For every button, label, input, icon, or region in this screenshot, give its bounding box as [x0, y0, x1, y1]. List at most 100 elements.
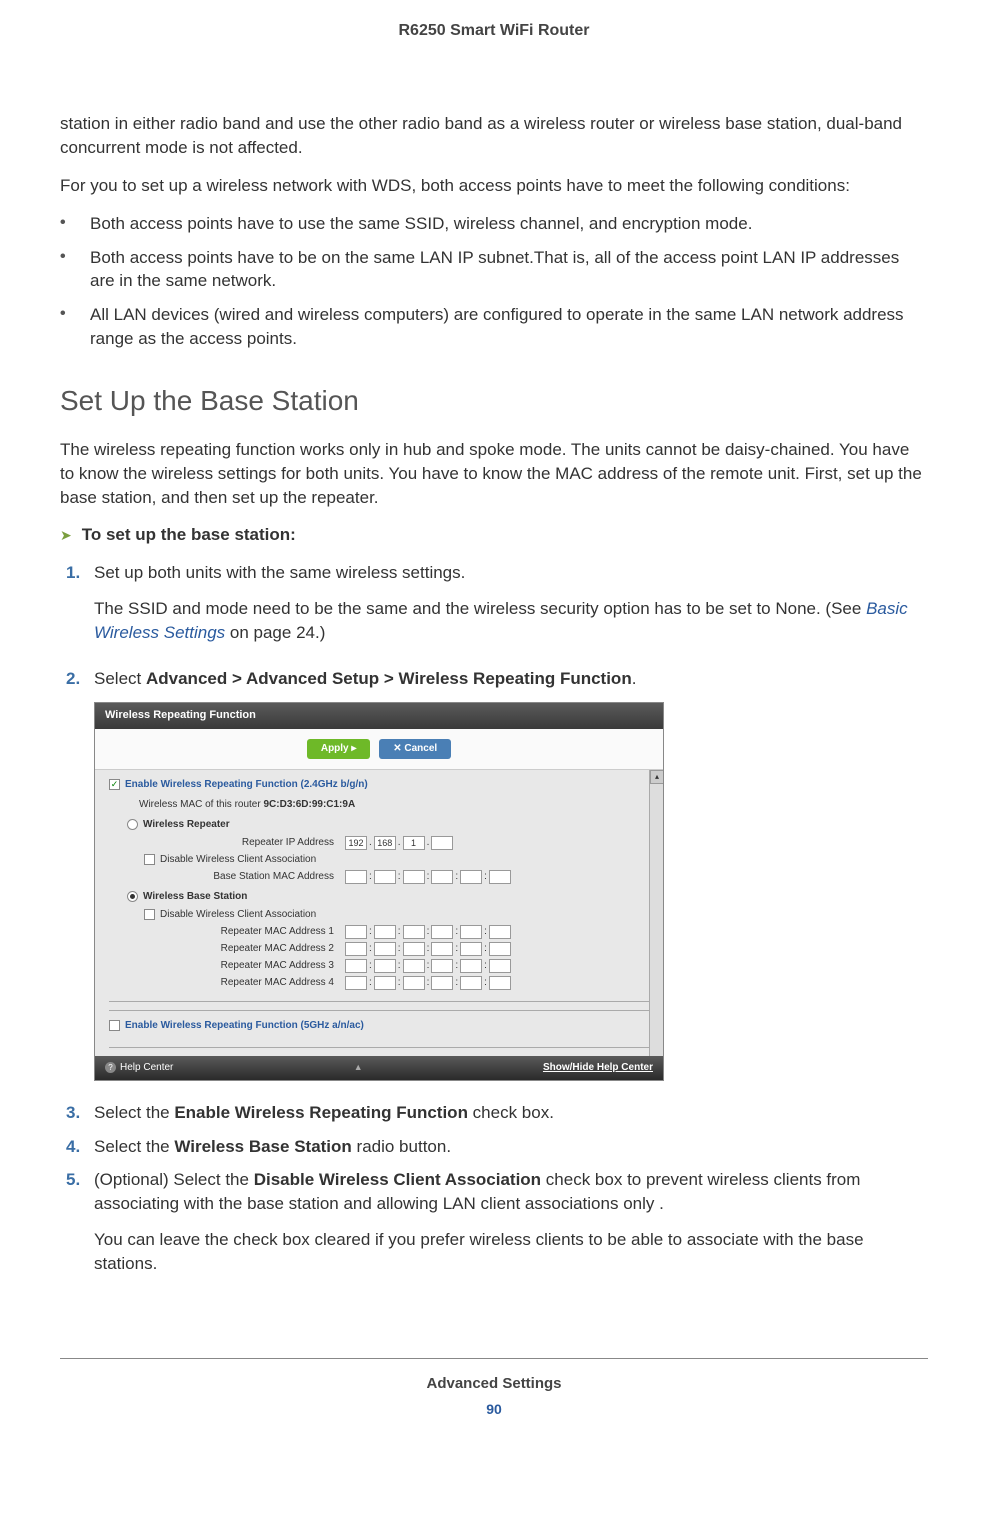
mac-value: 9C:D3:6D:99:C1:9A	[263, 799, 355, 810]
mac-field[interactable]	[489, 925, 511, 939]
step-5-sub: You can leave the check box cleared if y…	[94, 1228, 928, 1276]
ip-field-1[interactable]: 192	[345, 836, 367, 850]
mac-field[interactable]	[460, 976, 482, 990]
step-1-text: Set up both units with the same wireless…	[94, 561, 928, 585]
bullet-icon: •	[60, 303, 90, 351]
wireless-base-label: Wireless Base Station	[143, 890, 247, 904]
condition-item-2: Both access points have to be on the sam…	[90, 246, 928, 294]
mac-field[interactable]	[403, 976, 425, 990]
apply-button[interactable]: Apply ▸	[307, 739, 371, 759]
section-para: The wireless repeating function works on…	[60, 438, 928, 509]
repeater-ip-label: Repeater IP Address	[164, 836, 334, 850]
mac-field[interactable]	[431, 942, 453, 956]
mac-field[interactable]	[345, 925, 367, 939]
mac-field[interactable]	[374, 925, 396, 939]
step-number-4: 4.	[60, 1135, 94, 1159]
mac-field[interactable]	[460, 870, 482, 884]
condition-item-3: All LAN devices (wired and wireless comp…	[90, 303, 928, 351]
mac-field[interactable]	[489, 976, 511, 990]
step-4-post: radio button.	[352, 1137, 451, 1156]
step-1-sub: The SSID and mode need to be the same an…	[94, 597, 928, 645]
step-5-pre: (Optional) Select the	[94, 1170, 254, 1189]
step-4-bold: Wireless Base Station	[174, 1137, 351, 1156]
mac-label: Wireless MAC of this router	[139, 799, 263, 810]
mac-field[interactable]	[345, 942, 367, 956]
bullet-icon: •	[60, 246, 90, 294]
step-2-pre: Select	[94, 669, 146, 688]
bullet-icon: •	[60, 212, 90, 236]
conditions-list: • Both access points have to use the sam…	[60, 212, 928, 351]
step-number-1: 1.	[60, 561, 94, 656]
disable-assoc-checkbox-repeater[interactable]	[144, 854, 155, 865]
disable-assoc-label-base: Disable Wireless Client Association	[160, 908, 316, 922]
mac-field[interactable]	[431, 976, 453, 990]
intro-para-2: For you to set up a wireless network wit…	[60, 174, 928, 198]
mac-field[interactable]	[489, 942, 511, 956]
enable-24ghz-checkbox[interactable]: ✓	[109, 779, 120, 790]
mac-field[interactable]	[460, 942, 482, 956]
disable-assoc-checkbox-base[interactable]	[144, 909, 155, 920]
footer-section-title: Advanced Settings	[60, 1373, 928, 1394]
procedure-title: To set up the base station:	[82, 523, 296, 547]
ss-window-title: Wireless Repeating Function	[95, 703, 663, 728]
mac-field[interactable]	[460, 925, 482, 939]
mac-field[interactable]	[431, 925, 453, 939]
mac-field[interactable]	[489, 870, 511, 884]
mac-field[interactable]	[374, 870, 396, 884]
section-heading: Set Up the Base Station	[60, 381, 928, 420]
page-header-title: R6250 Smart WiFi Router	[60, 20, 928, 42]
wireless-base-radio[interactable]	[127, 891, 138, 902]
step-3-pre: Select the	[94, 1103, 174, 1122]
ip-field-4[interactable]	[431, 836, 453, 850]
step-3-bold: Enable Wireless Repeating Function	[174, 1103, 468, 1122]
scrollbar[interactable]: ▴	[649, 770, 663, 1056]
show-hide-help-link[interactable]: Show/Hide Help Center	[543, 1061, 653, 1075]
mac-field[interactable]	[345, 959, 367, 973]
step-2-text: Select Advanced > Advanced Setup > Wirel…	[94, 667, 928, 691]
cancel-button[interactable]: ✕ Cancel	[379, 739, 451, 759]
step-5-bold: Disable Wireless Client Association	[254, 1170, 541, 1189]
mac-field[interactable]	[403, 870, 425, 884]
enable-24ghz-label: Enable Wireless Repeating Function (2.4G…	[125, 778, 368, 792]
scroll-up-icon[interactable]: ▴	[650, 770, 664, 784]
mac-field[interactable]	[460, 959, 482, 973]
mac-field[interactable]	[403, 959, 425, 973]
ip-field-2[interactable]: 168	[374, 836, 396, 850]
expand-arrow-icon[interactable]: ▲	[354, 1061, 363, 1074]
step-2-post: .	[632, 669, 637, 688]
help-center-label: Help Center	[120, 1062, 173, 1073]
base-mac-label: Base Station MAC Address	[164, 870, 334, 884]
step-5-text: (Optional) Select the Disable Wireless C…	[94, 1168, 928, 1216]
step-number-5: 5.	[60, 1168, 94, 1287]
mac-field[interactable]	[345, 870, 367, 884]
step-3-post: check box.	[468, 1103, 554, 1122]
step-4-text: Select the Wireless Base Station radio b…	[94, 1135, 928, 1159]
mac-field[interactable]	[374, 942, 396, 956]
mac-field[interactable]	[374, 976, 396, 990]
rep-mac1-label: Repeater MAC Address 1	[164, 925, 334, 939]
mac-field[interactable]	[489, 959, 511, 973]
step-1-sub-a: The SSID and mode need to be the same an…	[94, 599, 866, 618]
mac-field[interactable]	[374, 959, 396, 973]
help-icon: ?	[105, 1062, 116, 1073]
mac-field[interactable]	[403, 942, 425, 956]
enable-5ghz-label: Enable Wireless Repeating Function (5GHz…	[125, 1019, 364, 1033]
mac-field[interactable]	[403, 925, 425, 939]
help-center-link[interactable]: ? Help Center	[105, 1061, 173, 1075]
mac-field[interactable]	[431, 870, 453, 884]
intro-para-1: station in either radio band and use the…	[60, 112, 928, 160]
enable-5ghz-checkbox[interactable]	[109, 1020, 120, 1031]
wireless-repeater-label: Wireless Repeater	[143, 818, 230, 832]
disable-assoc-label-repeater: Disable Wireless Client Association	[160, 853, 316, 867]
mac-field[interactable]	[345, 976, 367, 990]
mac-field[interactable]	[431, 959, 453, 973]
step-number-2: 2.	[60, 667, 94, 1091]
step-2-bold: Advanced > Advanced Setup > Wireless Rep…	[146, 669, 632, 688]
wireless-repeater-radio[interactable]	[127, 819, 138, 830]
footer-page-number: 90	[60, 1400, 928, 1420]
condition-item-1: Both access points have to use the same …	[90, 212, 928, 236]
ip-field-3[interactable]: 1	[403, 836, 425, 850]
step-number-3: 3.	[60, 1101, 94, 1125]
procedure-arrow-icon: ➤	[60, 526, 72, 546]
router-screenshot: Wireless Repeating Function Apply ▸ ✕ Ca…	[94, 702, 664, 1080]
